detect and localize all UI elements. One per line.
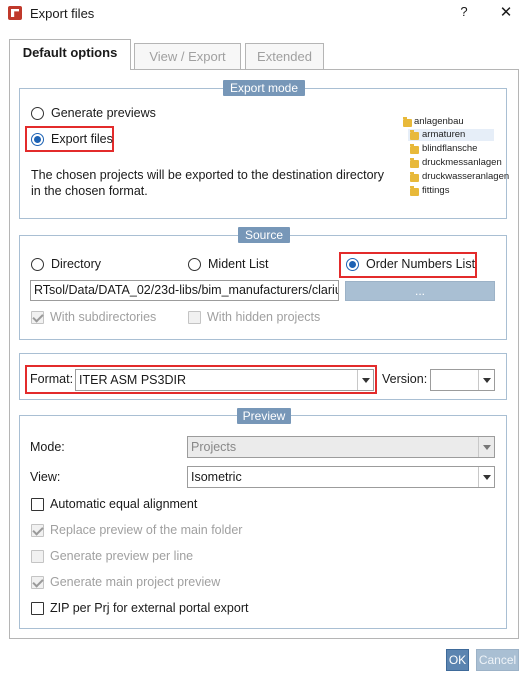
window-title: Export files [30,6,95,21]
close-button[interactable]: ✕ [497,3,515,23]
format-value: ITER ASM PS3DIR [79,373,186,387]
tab-default-options[interactable]: Default options [9,39,131,70]
format-select[interactable]: ITER ASM PS3DIR [75,369,374,391]
mode-label: Mode: [30,440,65,454]
automatic-equal-alignment-label: Automatic equal alignment [50,497,198,511]
chevron-down-icon [478,370,494,390]
generate-preview-per-line-label: Generate preview per line [50,549,194,563]
view-value: Isometric [191,470,242,484]
directory-radio[interactable] [31,258,44,271]
tree-item: armaturen [422,129,466,140]
chevron-down-icon [357,370,373,390]
ok-button[interactable]: OK [446,649,469,671]
export-files-label: Export files [51,132,113,146]
source-title: Source [238,227,290,243]
export-mode-title: Export mode [223,80,305,96]
generate-preview-per-line-checkbox[interactable] [31,550,44,563]
directory-label: Directory [51,257,102,271]
view-select[interactable]: Isometric [187,466,495,488]
browse-button[interactable]: ... [345,281,495,301]
title-bar: Export files ? ✕ [0,0,528,28]
tree-root: anlagenbau [414,116,464,127]
tree-item: druckwasseranlagen [422,171,510,182]
tree-item: blindflansche [422,143,478,154]
order-numbers-list-radio[interactable] [346,258,359,271]
generate-previews-label: Generate previews [51,106,156,120]
tree-item: fittings [422,185,450,196]
view-label: View: [30,470,61,484]
folder-icon [410,158,419,168]
preview-title: Preview [237,408,291,424]
generate-previews-radio[interactable] [31,107,44,120]
tree-item: druckmessanlagen [422,157,502,168]
mident-list-radio[interactable] [188,258,201,271]
mode-select[interactable]: Projects [187,436,495,458]
folder-icon [410,172,419,182]
version-label: Version: [382,372,428,386]
tab-view-export[interactable]: View / Export [134,43,241,71]
replace-preview-main-folder-checkbox[interactable] [31,524,44,537]
automatic-equal-alignment-checkbox[interactable] [31,498,44,511]
version-select[interactable] [430,369,495,391]
folder-icon [410,130,419,140]
with-hidden-projects-label: With hidden projects [207,310,321,324]
folder-icon [410,144,419,154]
zip-per-prj-label: ZIP per Prj for external portal export [50,601,249,615]
chevron-down-icon [478,437,494,457]
mident-list-label: Mident List [208,257,269,271]
help-button[interactable]: ? [457,4,471,22]
tab-extended[interactable]: Extended [245,43,324,71]
cancel-button[interactable]: Cancel [476,649,519,671]
app-icon [8,6,22,20]
export-mode-description: The chosen projects will be exported to … [31,168,384,198]
format-label: Format: [30,372,74,386]
generate-main-project-preview-label: Generate main project preview [50,575,221,589]
mode-value: Projects [191,440,237,454]
replace-preview-main-folder-label: Replace preview of the main folder [50,523,243,537]
generate-main-project-preview-checkbox[interactable] [31,576,44,589]
folder-icon [410,186,419,196]
with-hidden-projects-checkbox[interactable] [188,311,201,324]
export-files-radio[interactable] [31,133,44,146]
source-path-input[interactable]: RTsol/Data/DATA_02/23d-libs/bim_manufact… [30,280,339,301]
chevron-down-icon [478,467,494,487]
with-subdirectories-label: With subdirectories [50,310,157,324]
with-subdirectories-checkbox[interactable] [31,311,44,324]
folder-icon [403,117,412,127]
zip-per-prj-checkbox[interactable] [31,602,44,615]
order-numbers-list-label: Order Numbers List [366,257,476,271]
folder-tree-preview: anlagenbau armaturen blindflansche druck… [398,116,509,206]
